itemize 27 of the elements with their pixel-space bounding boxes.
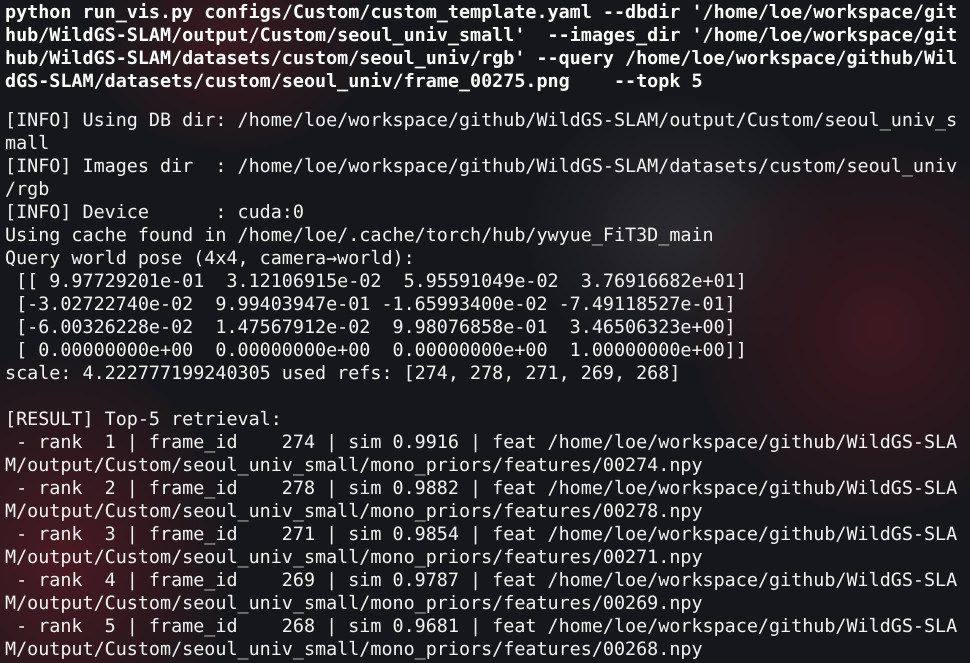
output-line: scale: 4.222777199240305 used refs: [274, 278, 271, 269, 268] [5, 362, 682, 385]
output-line: - rank 3 | frame_id 271 | sim 0.9854 | feat /home/loe/workspace/github/WildGS-SLA [15, 523, 958, 546]
output-line: [INFO] Using DB dir: /home/loe/workspace/github/WildGS-SLAM/output/Custom/seoul_univ_s [5, 109, 958, 132]
output-line: M/output/Custom/seoul_univ_small/mono_priors/features/00274.npy [5, 454, 704, 477]
output-line: - rank 2 | frame_id 278 | sim 0.9882 | feat /home/loe/workspace/github/WildGS-SLA [15, 477, 958, 500]
output-line: [INFO] Device : cuda:0 [5, 201, 305, 224]
command-line: hub/WildGS-SLAM/datasets/custom/seoul_univ/rgb' --query /home/loe/workspace/github/Wil [5, 47, 958, 70]
output-line: M/output/Custom/seoul_univ_small/mono_priors/features/00271.npy [5, 546, 704, 569]
command-line: python run_vis.py configs/Custom/custom_template.yaml --dbdir '/home/loe/workspace/git [5, 1, 958, 24]
output-line: M/output/Custom/seoul_univ_small/mono_priors/features/00268.npy [5, 638, 704, 661]
output-line: [-6.00326228e-02 1.47567912e-02 9.98076858e-01 3.46506323e+00] [15, 316, 737, 339]
output-line: - rank 1 | frame_id 274 | sim 0.9916 | feat /home/loe/workspace/github/WildGS-SLA [15, 431, 958, 454]
output-line: [RESULT] Top-5 retrieval: [5, 408, 283, 431]
command-line: dGS-SLAM/datasets/custom/seoul_univ/frame_00275.png --topk 5 [5, 70, 704, 93]
output-line: Using cache found in /home/loe/.cache/torch/hub/ywyue_FiT3D_main [5, 224, 715, 247]
output-line: [-3.02722740e-02 9.99403947e-01 -1.65993400e-02 -7.49118527e-01] [15, 293, 737, 316]
command-line: hub/WildGS-SLAM/output/Custom/seoul_univ_small' --images_dir '/home/loe/workspace/git [5, 24, 958, 47]
output-line: [[ 9.97729201e-01 3.12106915e-02 5.95591049e-02 3.76916682e+01] [15, 270, 748, 293]
output-line: - rank 4 | frame_id 269 | sim 0.9787 | feat /home/loe/workspace/github/WildGS-SLA [15, 569, 958, 592]
output-line: [INFO] Images dir : /home/loe/workspace/github/WildGS-SLAM/datasets/custom/seoul_univ [5, 155, 958, 178]
output-line: M/output/Custom/seoul_univ_small/mono_priors/features/00269.npy [5, 592, 704, 615]
output-line: - rank 5 | frame_id 268 | sim 0.9681 | feat /home/loe/workspace/github/WildGS-SLA [15, 615, 958, 638]
output-line: M/output/Custom/seoul_univ_small/mono_priors/features/00278.npy [5, 500, 704, 523]
output-line: /rgb [5, 178, 50, 201]
output-line: Query world pose (4x4, camera→world): [5, 247, 416, 270]
output-line: mall [5, 132, 50, 155]
output-line: [ 0.00000000e+00 0.00000000e+00 0.00000000e+00 1.00000000e+00]] [15, 339, 748, 362]
